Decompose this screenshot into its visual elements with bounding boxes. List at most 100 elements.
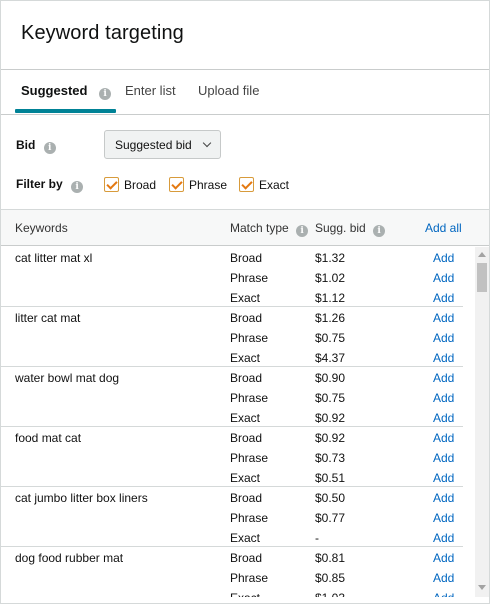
info-icon[interactable]: i (99, 88, 112, 100)
match-type-cell: Broad (230, 551, 263, 565)
scrollbar[interactable] (475, 247, 489, 597)
tab-upload-file[interactable]: Upload file (198, 83, 259, 98)
tab-enter-list[interactable]: Enter list (125, 83, 176, 98)
checkbox-checked-icon[interactable] (104, 177, 119, 192)
match-type-cell: Phrase (230, 271, 269, 285)
add-keyword-link[interactable]: Add (433, 431, 454, 445)
table-row: Broad $0.81 Add (1, 551, 475, 571)
sugg-bid-cell: $0.51 (315, 471, 346, 485)
info-icon[interactable]: i (296, 225, 309, 237)
add-all-link[interactable]: Add all (425, 221, 462, 235)
filter-by-label: Filter by i (16, 177, 84, 193)
info-icon[interactable]: i (71, 181, 84, 193)
add-keyword-link[interactable]: Add (433, 451, 454, 465)
match-type-cell: Phrase (230, 511, 269, 525)
match-type-cell: Phrase (230, 451, 269, 465)
keyword-list: cat litter mat xl Broad $1.32 Add Phrase $1.0… (1, 247, 475, 597)
divider (1, 69, 489, 70)
keyword-group: cat litter mat xl Broad $1.32 Add Phrase $1.0… (1, 247, 463, 307)
sugg-bid-cell: $0.90 (315, 371, 346, 385)
active-tab-indicator (15, 109, 116, 113)
add-keyword-link[interactable]: Add (433, 251, 454, 265)
sugg-bid-cell: $0.81 (315, 551, 346, 565)
table-row: Phrase $1.02 Add (1, 271, 475, 291)
table-row: Phrase $0.75 Add (1, 391, 475, 411)
info-icon[interactable]: i (43, 142, 56, 154)
column-header-keywords: Keywords (15, 221, 68, 235)
add-keyword-link[interactable]: Add (433, 491, 454, 505)
add-keyword-link[interactable]: Add (433, 331, 454, 345)
sugg-bid-header-text: Sugg. bid (315, 221, 366, 235)
table-row: Phrase $0.77 Add (1, 511, 475, 531)
column-header-sugg-bid: Sugg. bid i (315, 221, 386, 237)
table-row: Phrase $0.85 Add (1, 571, 475, 591)
keyword-group: litter cat mat Broad $1.26 Add Phrase $0.75 Ad… (1, 307, 463, 367)
panel-title: Keyword targeting (21, 22, 184, 44)
sugg-bid-cell: $0.75 (315, 331, 346, 345)
keyword-targeting-panel: Keyword targeting Suggested i Enter list… (0, 0, 490, 604)
filter-phrase-label: Phrase (189, 178, 228, 192)
tab-bar: Suggested i Enter list Upload file (1, 71, 489, 115)
match-type-header-text: Match type (230, 221, 289, 235)
table-row: Exact $1.03 Add (1, 591, 475, 597)
add-keyword-link[interactable]: Add (433, 591, 454, 597)
match-type-cell: Exact (230, 591, 260, 597)
match-type-cell: Broad (230, 311, 263, 325)
table-header: Keywords Match type i Sugg. bid i Add al… (1, 209, 489, 246)
match-type-cell: Broad (230, 431, 263, 445)
match-type-cell: Exact (230, 351, 261, 365)
add-keyword-link[interactable]: Add (433, 391, 454, 405)
table-row: Broad $1.32 Add (1, 251, 475, 271)
match-type-cell: Broad (230, 491, 263, 505)
add-keyword-link[interactable]: Add (433, 531, 454, 545)
table-row: Broad $0.50 Add (1, 491, 475, 511)
sugg-bid-cell: $0.73 (315, 451, 346, 465)
table-row: Broad $1.26 Add (1, 311, 475, 331)
sugg-bid-cell: $1.12 (315, 291, 346, 305)
checkbox-checked-icon[interactable] (239, 177, 254, 192)
bid-label: Bid i (16, 138, 56, 154)
add-keyword-link[interactable]: Add (433, 351, 454, 365)
keyword-group: food mat cat Broad $0.92 Add Phrase $0.73 Add E… (1, 427, 463, 487)
table-row: Broad $0.90 Add (1, 371, 475, 391)
sugg-bid-cell: $1.26 (315, 311, 346, 325)
add-keyword-link[interactable]: Add (433, 291, 454, 305)
filter-exact-label: Exact (259, 178, 290, 192)
match-type-cell: Phrase (230, 391, 269, 405)
match-type-cell: Phrase (230, 331, 269, 345)
sugg-bid-cell: $0.92 (315, 431, 346, 445)
sugg-bid-cell: $0.50 (315, 491, 346, 505)
match-type-cell: Broad (230, 251, 263, 265)
bid-select-value: Suggested bid (115, 138, 192, 152)
add-keyword-link[interactable]: Add (433, 271, 454, 285)
add-keyword-link[interactable]: Add (433, 411, 454, 425)
add-keyword-link[interactable]: Add (433, 471, 454, 485)
match-type-cell: Exact (230, 471, 261, 485)
sugg-bid-cell: $4.37 (315, 351, 346, 365)
sugg-bid-cell: $0.77 (315, 511, 346, 525)
bid-select[interactable]: Suggested bid (104, 130, 221, 159)
match-type-cell: Exact (230, 411, 261, 425)
scrollbar-thumb[interactable] (477, 263, 487, 292)
checkbox-checked-icon[interactable] (169, 177, 184, 192)
sugg-bid-cell: $1.02 (315, 271, 346, 285)
add-keyword-link[interactable]: Add (433, 551, 454, 565)
table-row: Phrase $0.73 Add (1, 451, 475, 471)
scroll-up-arrow-icon[interactable] (478, 252, 486, 257)
match-type-cell: Exact (230, 291, 261, 305)
table-row: Broad $0.92 Add (1, 431, 475, 451)
keyword-group: dog food rubber mat Broad $0.81 Add Phrase $0… (1, 547, 463, 597)
add-keyword-link[interactable]: Add (433, 371, 454, 385)
tab-suggested[interactable]: Suggested i (21, 83, 112, 100)
add-keyword-link[interactable]: Add (433, 571, 454, 585)
scroll-down-arrow-icon[interactable] (478, 585, 486, 590)
filter-broad-label: Broad (124, 178, 157, 192)
match-type-cell: Exact (230, 531, 261, 545)
keyword-group: water bowl mat dog Broad $0.90 Add Phrase $0.… (1, 367, 463, 427)
filter-by-label-text: Filter by (16, 177, 63, 191)
info-icon[interactable]: i (373, 225, 386, 237)
add-keyword-link[interactable]: Add (433, 511, 454, 525)
table-row: Phrase $0.75 Add (1, 331, 475, 351)
add-keyword-link[interactable]: Add (433, 311, 454, 325)
match-type-cell: Broad (230, 371, 263, 385)
